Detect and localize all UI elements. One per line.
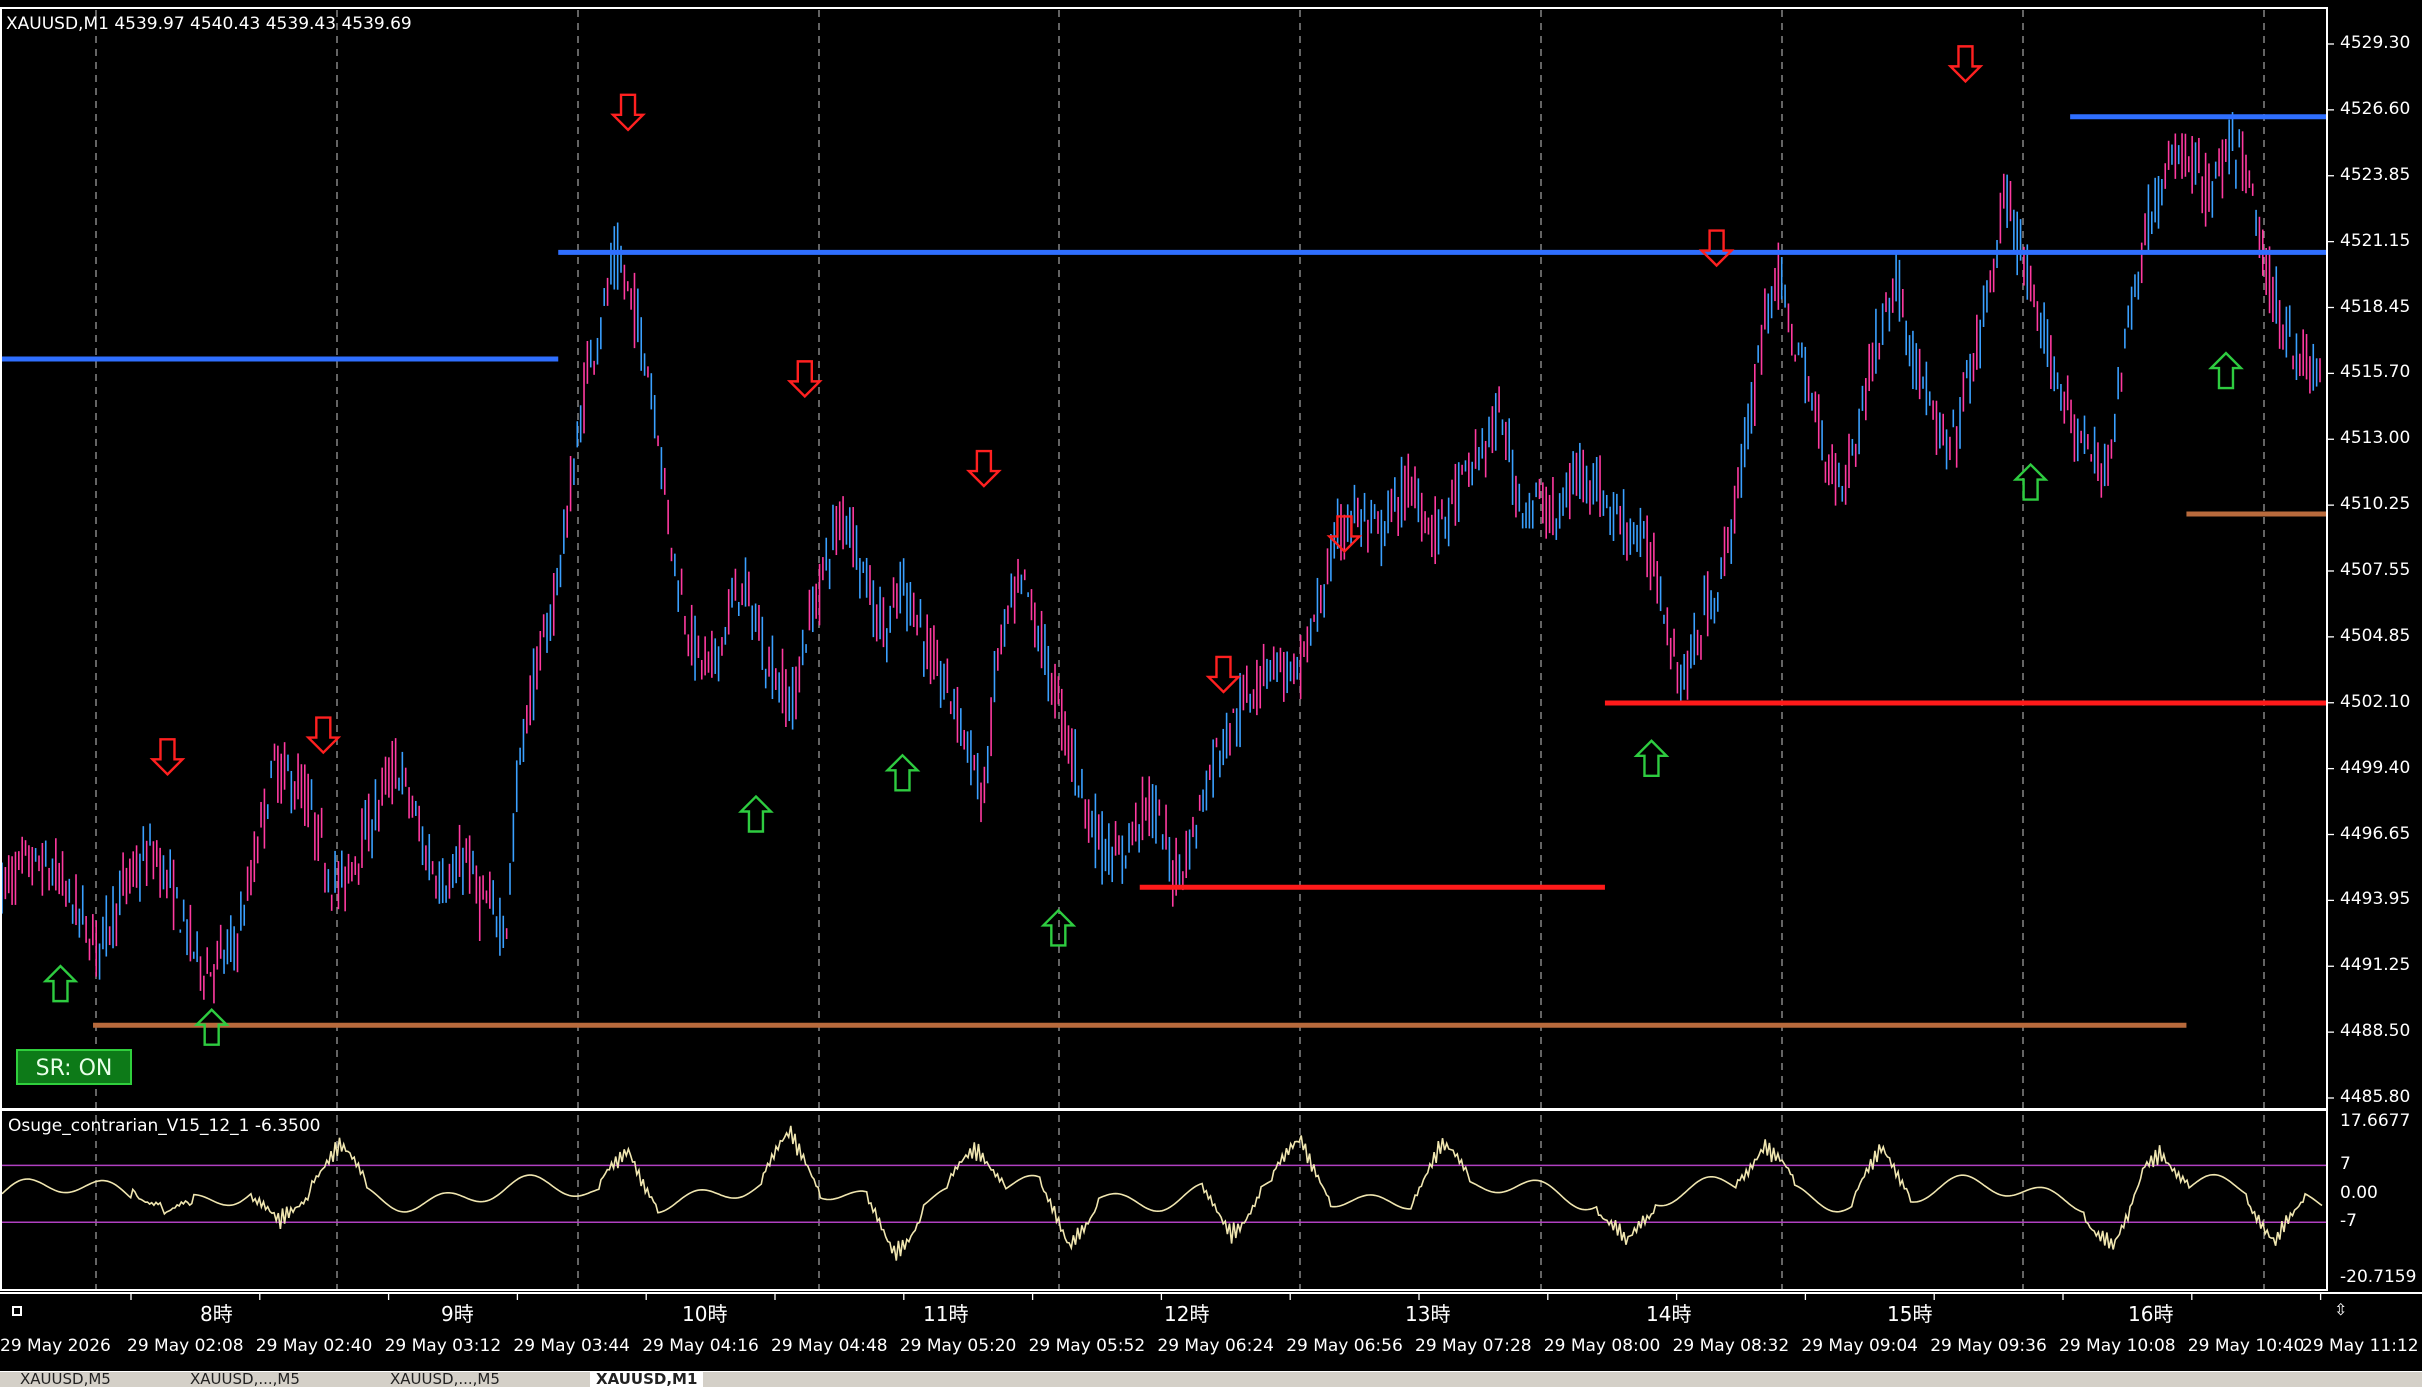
indicator-tick-label: -7	[2340, 1211, 2357, 1232]
chart-tabs: XAUUSD,M5 XAUUSD,...,M5 XAUUSD,...,M5 XAUUS…	[0, 1371, 2422, 1387]
time-label: 29 May 09:04	[1801, 1336, 1918, 1356]
sr-levels	[0, 114, 2326, 1028]
grid-lines	[95, 10, 2265, 1290]
time-label: 29 May 02:08	[127, 1336, 244, 1356]
buy-arrow-icon	[2012, 462, 2049, 501]
candles	[1, 112, 2321, 1004]
price-tick-label: 4521.15	[2340, 230, 2411, 251]
price-tick-label: 4488.50	[2340, 1021, 2411, 1042]
sell-arrow-icon	[1947, 45, 1984, 84]
indicator-panel-frame	[0, 1109, 2328, 1291]
indicator-info: Osuge_contrarian_V15_12_1 -6.3500	[8, 1116, 321, 1136]
hour-label: 10時	[682, 1302, 728, 1326]
time-label: 29 May 10:08	[2059, 1336, 2176, 1356]
buy-arrow-icon	[1040, 908, 1077, 947]
indicator-panel	[1, 1125, 2326, 1261]
price-tick-label: 4507.55	[2340, 560, 2411, 580]
price-tick-label: 4496.65	[2340, 823, 2411, 844]
hour-label: 16時	[2128, 1302, 2174, 1326]
buy-arrow-icon	[42, 964, 79, 1003]
time-label: 29 May 06:24	[1157, 1336, 1274, 1356]
hour-label: 9時	[441, 1302, 474, 1326]
sell-arrow-icon	[786, 360, 823, 399]
price-tick-label: 4504.85	[2340, 625, 2411, 646]
tab-active[interactable]: XAUUSD,M1	[590, 1372, 704, 1387]
price-tick-label: 4493.95	[2340, 889, 2411, 910]
sell-arrow-icon	[1205, 655, 1242, 694]
time-label: 29 May 04:16	[642, 1336, 759, 1356]
time-label: 29 May 10:40	[2187, 1336, 2305, 1356]
chart-frames	[0, 7, 2422, 1300]
signal-arrows	[42, 45, 2244, 1046]
chart-corner-box	[12, 1306, 22, 1316]
time-label: 29 May 08:32	[1672, 1336, 1790, 1356]
chart-shift-icon[interactable]: ⇳	[2334, 1300, 2347, 1319]
price-tick-label: 4518.45	[2340, 296, 2411, 317]
time-label: 29 May 06:56	[1286, 1336, 1403, 1356]
price-chart[interactable]	[0, 0, 2422, 1386]
time-label: 29 May 05:20	[899, 1336, 1017, 1356]
hour-label: 11時	[923, 1302, 969, 1326]
sell-arrow-icon	[305, 716, 342, 755]
price-tick-label: 4485.80	[2340, 1087, 2411, 1107]
price-tick-label: 4526.60	[2340, 98, 2411, 119]
buy-arrow-icon	[884, 753, 921, 792]
price-panel-frame	[0, 7, 2328, 1110]
oscillator-line	[1, 1125, 2323, 1261]
time-label: 29 May 09:36	[1930, 1336, 2047, 1356]
indicator-tick-label: -20.7159	[2340, 1267, 2417, 1287]
indicator-tick-label: 0.00	[2340, 1182, 2378, 1203]
buy-arrow-icon	[2208, 351, 2244, 390]
hour-label: 13時	[1405, 1302, 1451, 1326]
time-label: 29 May 04:48	[771, 1336, 888, 1356]
time-label: 29 May 03:12	[384, 1336, 502, 1356]
sell-arrow-icon	[966, 449, 1002, 488]
time-label: 29 May 02:40	[255, 1336, 373, 1356]
tab[interactable]: XAUUSD,M5	[20, 1372, 111, 1387]
time-label: 29 May 05:52	[1028, 1336, 1146, 1356]
buy-arrow-icon	[738, 794, 774, 833]
sr-toggle-button[interactable]: SR: ON	[16, 1049, 132, 1085]
sell-arrow-icon	[1698, 229, 1735, 268]
price-tick-label: 4529.30	[2340, 33, 2411, 53]
hour-label: 8時	[200, 1302, 233, 1326]
hour-label: 12時	[1164, 1302, 1210, 1326]
time-label: 29 May 03:44	[513, 1336, 630, 1356]
sell-arrow-icon	[610, 93, 646, 132]
indicator-tick-label: 7	[2340, 1154, 2351, 1175]
price-tick-label: 4523.85	[2340, 164, 2411, 185]
symbol-info: XAUUSD,M1 4539.97 4540.43 4539.43 4539.6…	[6, 14, 412, 34]
tab[interactable]: XAUUSD,...,M5	[190, 1372, 300, 1387]
hour-label: 14時	[1646, 1302, 1692, 1326]
hour-label: 15時	[1887, 1302, 1933, 1326]
price-tick-label: 4510.25	[2340, 494, 2411, 515]
sell-arrow-icon	[149, 738, 186, 777]
time-label: 29 May 07:28	[1415, 1336, 1532, 1356]
price-tick-label: 4491.25	[2340, 955, 2411, 976]
price-tick-label: 4515.70	[2340, 362, 2411, 383]
time-label: 29 May 08:00	[1543, 1336, 1661, 1356]
price-tick-label: 4513.00	[2340, 428, 2411, 449]
price-tick-label: 4499.40	[2340, 757, 2411, 778]
buy-arrow-icon	[1633, 739, 1670, 777]
time-label: 29 May 11:12	[2302, 1336, 2419, 1356]
indicator-tick-label: 17.6677	[2340, 1111, 2411, 1131]
time-label: 29 May 2026	[0, 1336, 111, 1356]
price-tick-label: 4502.10	[2340, 691, 2411, 712]
tab[interactable]: XAUUSD,...,M5	[390, 1372, 500, 1387]
